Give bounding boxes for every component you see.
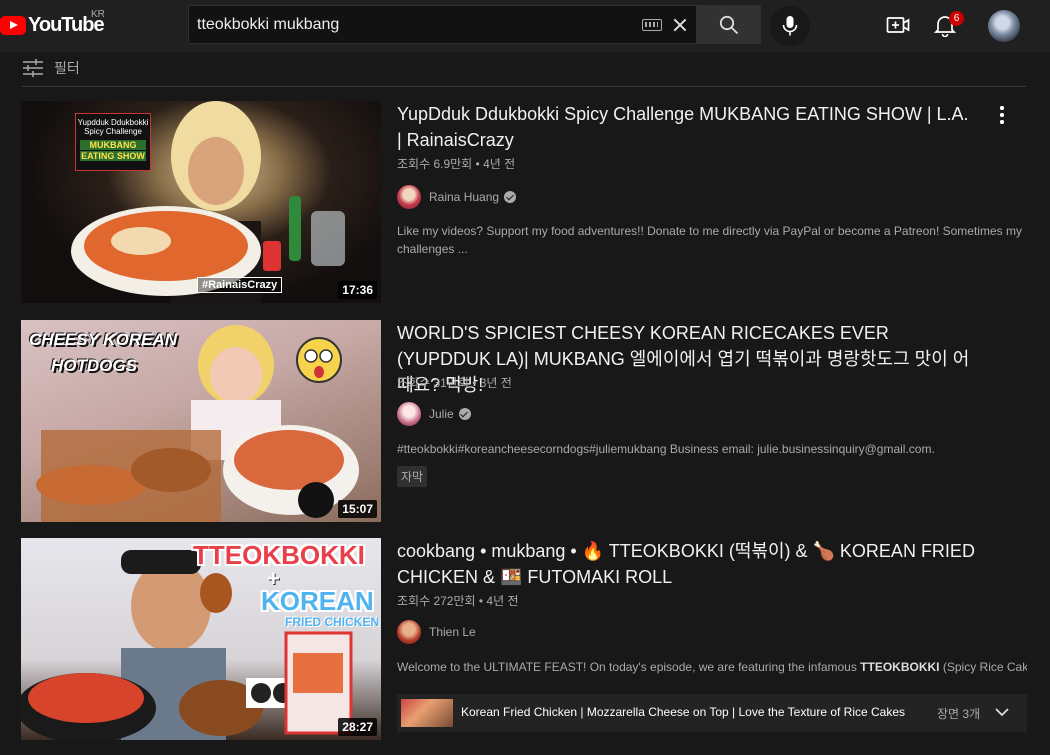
search-box — [188, 5, 697, 44]
channel-name[interactable]: Julie — [429, 407, 454, 421]
video-description: Welcome to the ULTIMATE FEAST! On today'… — [397, 658, 1027, 676]
search-input[interactable] — [197, 6, 637, 43]
video-meta: 조회수 31만회 • 3년 전 — [397, 376, 512, 390]
video-meta: 조회수 6.9만회 • 4년 전 — [397, 157, 516, 171]
thumbnail-caption-line: EATING SHOW — [80, 151, 146, 161]
thumbnail-caption-line: Yupdduk Ddukbokki — [77, 118, 149, 127]
thumbnail-hashtag: #RainaisCrazy — [197, 277, 283, 293]
clear-search-icon[interactable] — [669, 14, 691, 36]
channel-name[interactable]: Raina Huang — [429, 190, 499, 204]
thumbnail-caption-box: Yupdduk Ddukbokki Spicy Challenge MUKBAN… — [75, 113, 151, 171]
channel-avatar[interactable] — [397, 620, 421, 644]
video-title[interactable]: cookbang • mukbang • 🔥 TTEOKBOKKI (떡볶이) … — [397, 538, 977, 590]
create-video-icon[interactable] — [886, 14, 910, 36]
thumbnail-caption: HOTDOGS — [51, 356, 137, 375]
description-text: (Spicy Rice Cake... — [942, 660, 1027, 674]
chevron-down-icon[interactable] — [994, 704, 1010, 720]
video-result: CHEESY KOREAN HOTDOGS 15:07 WORLD'S SPIC… — [21, 320, 1026, 522]
video-title[interactable]: YupDduk Ddukbokki Spicy Challenge MUKBAN… — [397, 101, 977, 153]
keyboard-icon[interactable] — [642, 19, 662, 31]
youtube-logo[interactable]: YouTube — [0, 12, 105, 38]
video-duration: 15:07 — [338, 500, 377, 518]
region-code: KR — [91, 9, 105, 20]
chapter-title[interactable]: Korean Fried Chicken | Mozzarella Cheese… — [461, 705, 905, 719]
notification-count-badge: 6 — [949, 11, 964, 26]
channel-avatar[interactable] — [397, 402, 421, 426]
video-result: TTEOKBOKKI + KOREAN FRIED CHICKEN 28:27 … — [21, 538, 1027, 740]
search-button[interactable] — [697, 5, 761, 44]
top-bar: YouTube KR 6 — [0, 0, 1050, 52]
video-result: Yupdduk Ddukbokki Spicy Challenge MUKBAN… — [21, 101, 1026, 303]
video-duration: 28:27 — [338, 718, 377, 736]
thumbnail-caption: FRIED CHICKEN — [285, 615, 380, 629]
voice-search-button[interactable] — [770, 6, 810, 46]
video-meta: 조회수 272만회 • 4년 전 — [397, 594, 519, 608]
channel-name[interactable]: Thien Le — [429, 625, 476, 639]
video-thumbnail[interactable]: TTEOKBOKKI + KOREAN FRIED CHICKEN 28:27 — [21, 538, 381, 740]
thumbnail-caption: KOREAN — [261, 586, 374, 616]
video-duration: 17:36 — [338, 281, 377, 299]
thumbnail-art — [36, 325, 359, 522]
verified-badge-icon — [504, 191, 517, 203]
channel-avatar[interactable] — [397, 185, 421, 209]
chapter-count: 장면 3개 — [937, 707, 981, 721]
thumbnail-caption-line: MUKBANG — [80, 140, 146, 150]
thumbnail-caption-line: Spicy Challenge — [84, 127, 142, 136]
subtitles-badge: 자막 — [397, 466, 428, 487]
user-avatar[interactable] — [988, 10, 1020, 42]
thumbnail-caption: CHEESY KOREAN — [29, 330, 177, 349]
description-highlight: TTEOKBOKKI — [860, 660, 940, 674]
chapter-thumbnail[interactable] — [401, 699, 453, 727]
more-options-icon[interactable] — [990, 103, 1014, 127]
video-thumbnail[interactable]: CHEESY KOREAN HOTDOGS 15:07 — [21, 320, 381, 522]
video-thumbnail[interactable]: Yupdduk Ddukbokki Spicy Challenge MUKBAN… — [21, 101, 381, 303]
divider — [22, 86, 1026, 87]
channel-link[interactable]: Julie — [397, 402, 471, 426]
video-description: #tteokbokki#koreancheesecorndogs#juliemu… — [397, 442, 935, 456]
youtube-play-icon — [0, 15, 26, 35]
video-description: Like my videos? Support my food adventur… — [397, 224, 1022, 256]
search-icon — [719, 15, 739, 35]
channel-link[interactable]: Raina Huang — [397, 185, 517, 209]
microphone-icon — [782, 16, 798, 36]
verified-badge-icon — [458, 408, 471, 420]
channel-link[interactable]: Thien Le — [397, 620, 476, 644]
filter-sliders-icon — [23, 59, 43, 77]
filter-label: 필터 — [54, 60, 80, 76]
description-text: Welcome to the ULTIMATE FEAST! On today'… — [397, 660, 861, 674]
filter-button[interactable]: 필터 — [22, 56, 80, 80]
chapters-bar[interactable]: Korean Fried Chicken | Mozzarella Cheese… — [397, 694, 1027, 732]
